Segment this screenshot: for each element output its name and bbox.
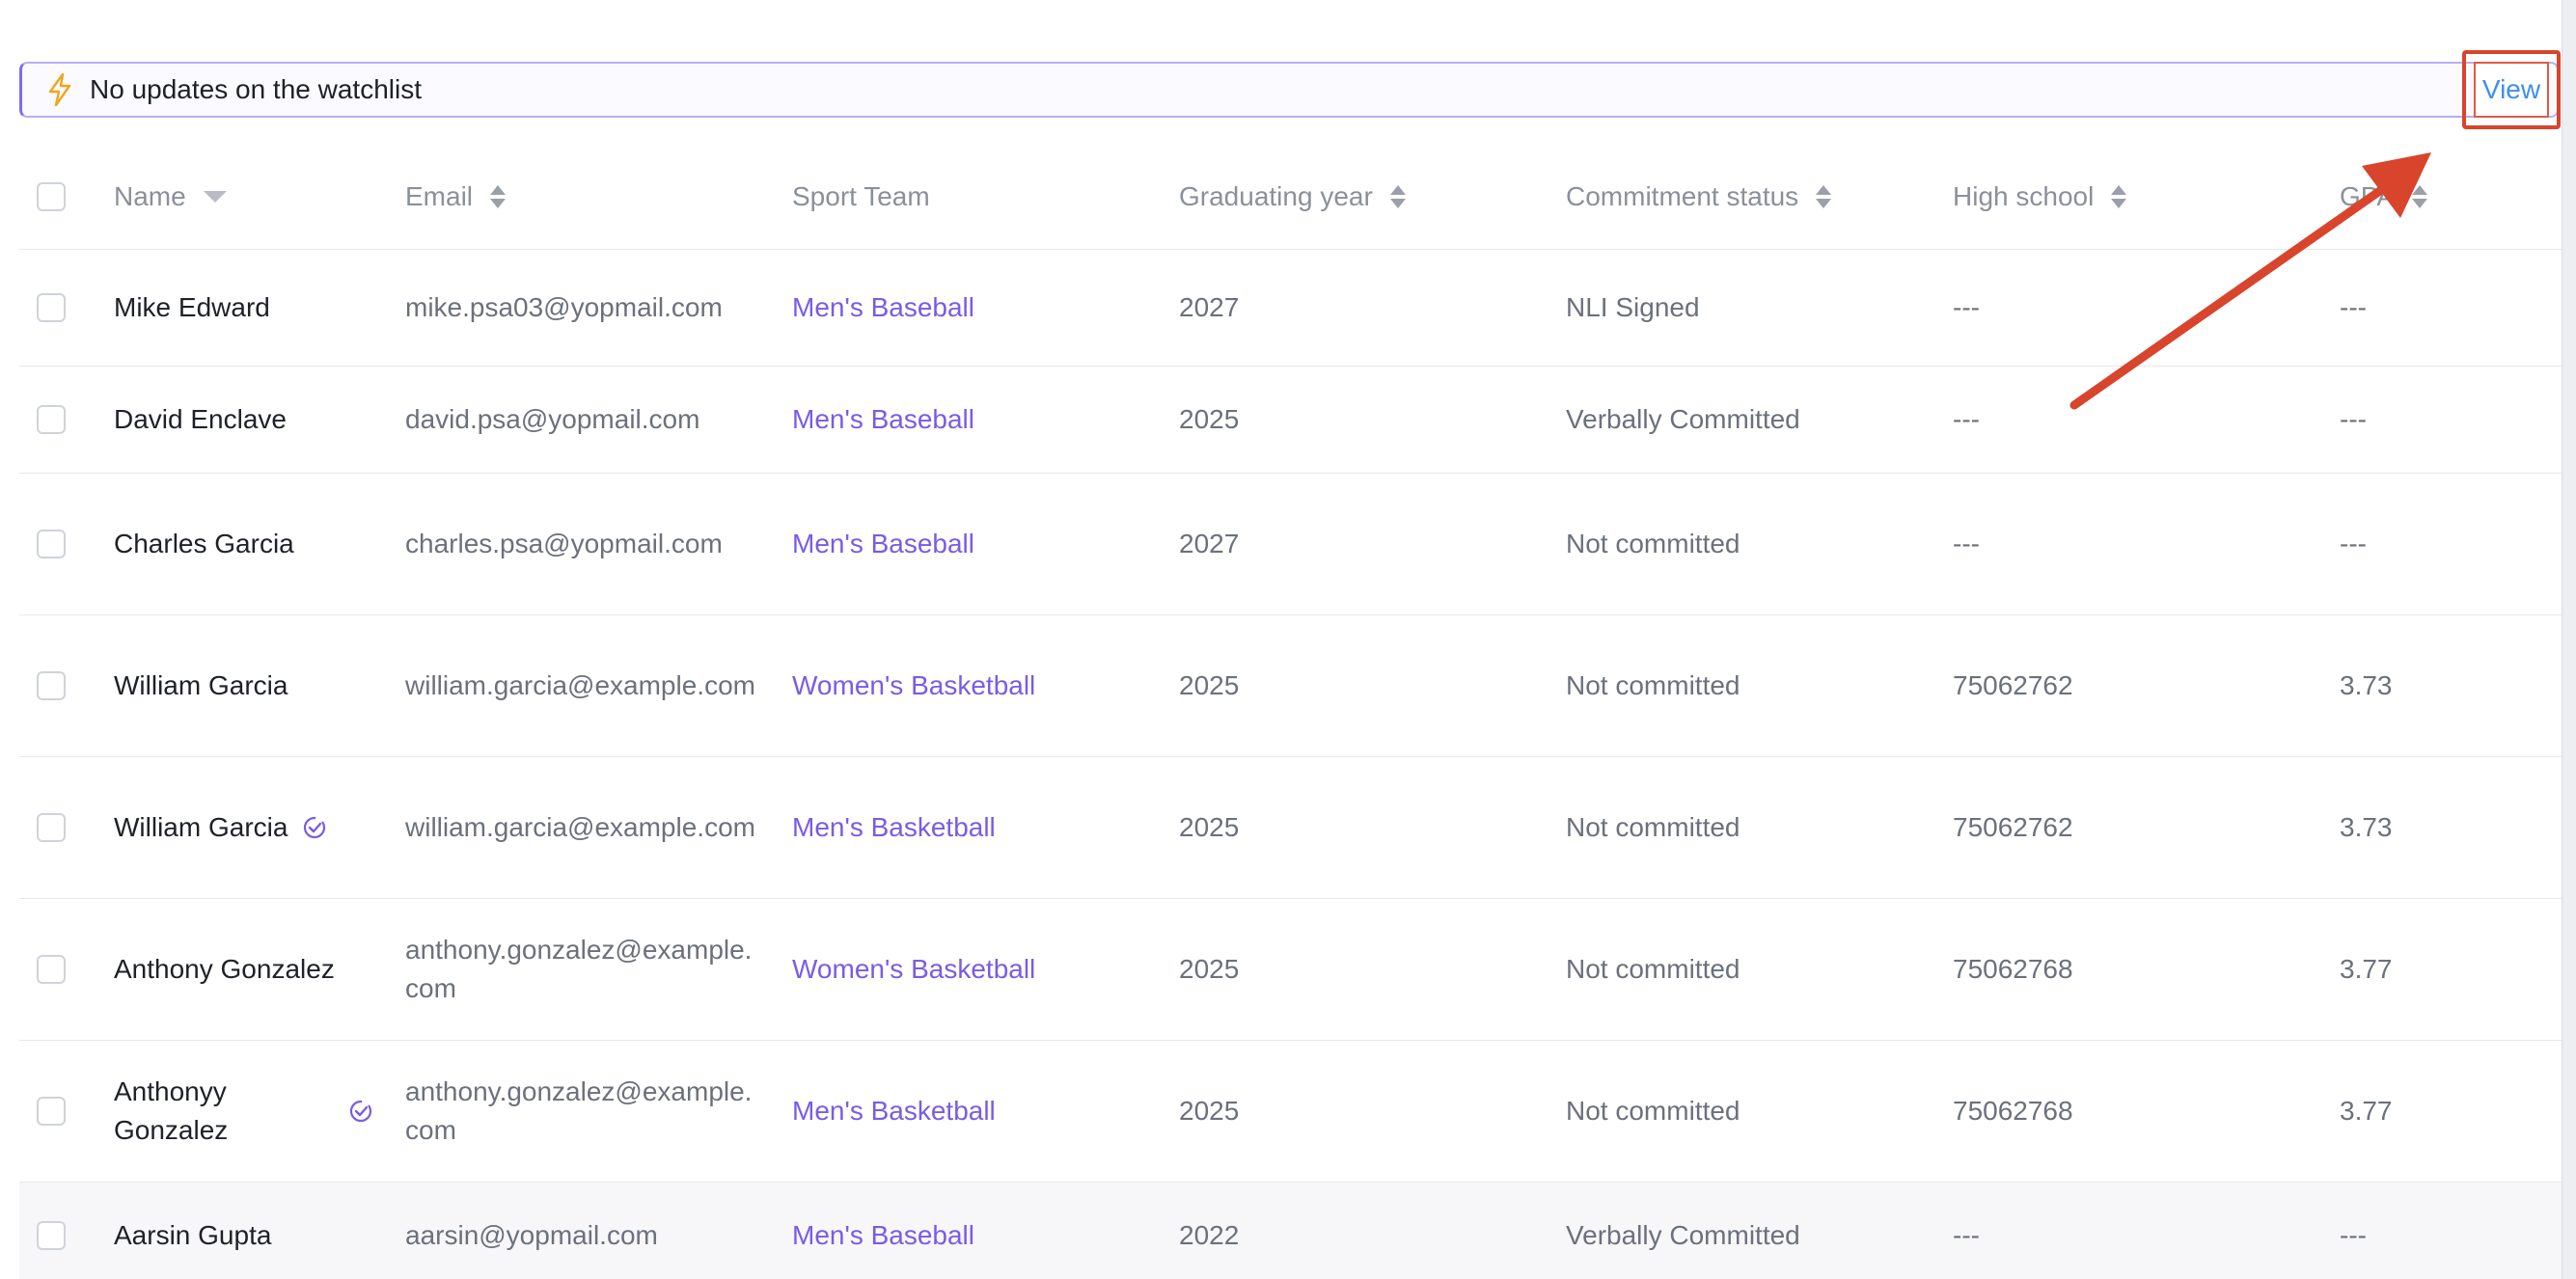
watchlist-status-text: No updates on the watchlist [90,74,422,104]
commitment-status: Not committed [1566,529,1740,558]
row-checkbox[interactable] [37,293,66,322]
sport-team-link[interactable]: Men's Baseball [792,400,974,439]
athlete-name[interactable]: Mike Edward [114,288,270,327]
column-header-graduating-year[interactable]: Graduating year [1179,145,1546,249]
sport-team-link[interactable]: Men's Baseball [792,525,974,563]
graduating-year: 2022 [1179,1220,1240,1250]
sort-icon [1816,185,1832,208]
athlete-name[interactable]: Aarsin Gupta [114,1216,271,1255]
commitment-status: Not committed [1566,1096,1740,1126]
graduating-year: 2025 [1179,670,1240,700]
high-school: --- [1953,1220,1980,1250]
graduating-year: 2027 [1179,292,1240,322]
row-checkbox[interactable] [37,1221,66,1250]
commitment-status: Not committed [1566,812,1740,842]
athlete-name[interactable]: William Garcia [114,667,288,705]
sport-team-link[interactable]: Women's Basketball [792,950,1035,989]
column-header-sport-team: Sport Team [792,181,930,211]
scrollbar-track[interactable] [2562,0,2576,1279]
graduating-year: 2027 [1179,529,1240,558]
sort-icon [2412,185,2428,208]
column-header-high-school[interactable]: High school [1953,145,2319,249]
graduating-year: 2025 [1179,1096,1240,1126]
view-button-container: View [2474,62,2549,118]
gpa-value: --- [2340,292,2367,322]
high-school: 75062762 [1953,812,2073,842]
athlete-email: william.garcia@example.com [405,670,755,700]
athlete-email: anthony.gonzalez@example.com [405,1076,753,1145]
athlete-name[interactable]: Anthony Gonzalez [114,950,335,989]
table-row[interactable]: Mike Edward mike.psa03@yopmail.com Men's B… [19,250,2562,367]
commitment-status: NLI Signed [1566,292,1700,322]
high-school: 75062768 [1953,1096,2073,1126]
gpa-value: 3.77 [2340,1096,2393,1126]
watchlist-banner: No updates on the watchlist [19,62,2559,118]
high-school: --- [1953,292,1980,322]
gpa-value: 3.77 [2340,954,2393,984]
table-header-row: Name Email Sport Team Graduating year Co… [19,145,2562,250]
select-all-checkbox[interactable] [37,182,66,211]
commitment-status: Verbally Committed [1566,404,1800,434]
commitment-status: Not committed [1566,670,1740,700]
table-row[interactable]: Anthonyy Gonzalez anthony.gonzalez@exampl… [19,1041,2562,1183]
high-school: 75062768 [1953,954,2073,984]
high-school: 75062762 [1953,670,2073,700]
page: No updates on the watchlist View Name Em… [0,0,2576,1279]
lightning-bolt-icon [45,73,74,106]
sync-check-icon [347,1098,374,1125]
athletes-table: Name Email Sport Team Graduating year Co… [19,145,2562,1279]
row-checkbox[interactable] [37,955,66,984]
column-header-gpa[interactable]: GPA [2340,145,2552,249]
table-row[interactable]: Charles Garcia charles.psa@yopmail.com Men… [19,474,2562,615]
sync-check-icon [301,814,328,841]
gpa-value: --- [2340,404,2367,434]
gpa-value: --- [2340,1220,2367,1250]
athlete-email: anthony.gonzalez@example.com [405,935,753,1003]
view-watchlist-link[interactable]: View [2482,74,2540,105]
commitment-status: Verbally Committed [1566,1220,1800,1250]
athlete-name[interactable]: David Enclave [114,400,287,439]
sport-team-link[interactable]: Men's Baseball [792,1216,974,1255]
row-checkbox[interactable] [37,1097,66,1126]
sport-team-link[interactable]: Men's Basketball [792,1092,996,1130]
view-highlight-box: View [2462,50,2561,129]
commitment-status: Not committed [1566,954,1740,984]
graduating-year: 2025 [1179,404,1240,434]
row-checkbox[interactable] [37,813,66,842]
table-row[interactable]: William Garcia william.garcia@example.com… [19,615,2562,757]
table-row[interactable]: William Garcia william.garcia@example.com… [19,757,2562,899]
sort-descending-icon [203,191,227,203]
column-header-name[interactable]: Name [114,145,394,249]
athlete-email: mike.psa03@yopmail.com [405,292,723,322]
sport-team-link[interactable]: Men's Baseball [792,288,974,327]
column-header-email[interactable]: Email [405,145,762,249]
graduating-year: 2025 [1179,812,1240,842]
high-school: --- [1953,404,1980,434]
athlete-email: charles.psa@yopmail.com [405,529,723,558]
sport-team-link[interactable]: Women's Basketball [792,667,1035,705]
sort-icon [490,185,507,208]
gpa-value: 3.73 [2340,670,2393,700]
sort-icon [1389,185,1406,208]
graduating-year: 2025 [1179,954,1240,984]
athlete-email: david.psa@yopmail.com [405,404,700,434]
sport-team-link[interactable]: Men's Basketball [792,808,996,847]
sort-icon [2111,185,2127,208]
table-row[interactable]: Aarsin Gupta aarsin@yopmail.com Men's Base… [19,1183,2562,1279]
athlete-email: aarsin@yopmail.com [405,1220,658,1250]
athlete-email: william.garcia@example.com [405,812,755,842]
column-header-commitment-status[interactable]: Commitment status [1566,145,1932,249]
high-school: --- [1953,529,1980,558]
table-body: Mike Edward mike.psa03@yopmail.com Men's B… [19,250,2562,1279]
row-checkbox[interactable] [37,530,66,558]
athlete-name[interactable]: William Garcia [114,808,288,847]
row-checkbox[interactable] [37,671,66,700]
gpa-value: 3.73 [2340,812,2393,842]
athlete-name[interactable]: Anthonyy Gonzalez [114,1073,268,1150]
table-row[interactable]: Anthony Gonzalez anthony.gonzalez@example… [19,899,2562,1041]
gpa-value: --- [2340,529,2367,558]
athlete-name[interactable]: Charles Garcia [114,525,294,563]
row-checkbox[interactable] [37,405,66,434]
table-row[interactable]: David Enclave david.psa@yopmail.com Men's … [19,367,2562,474]
